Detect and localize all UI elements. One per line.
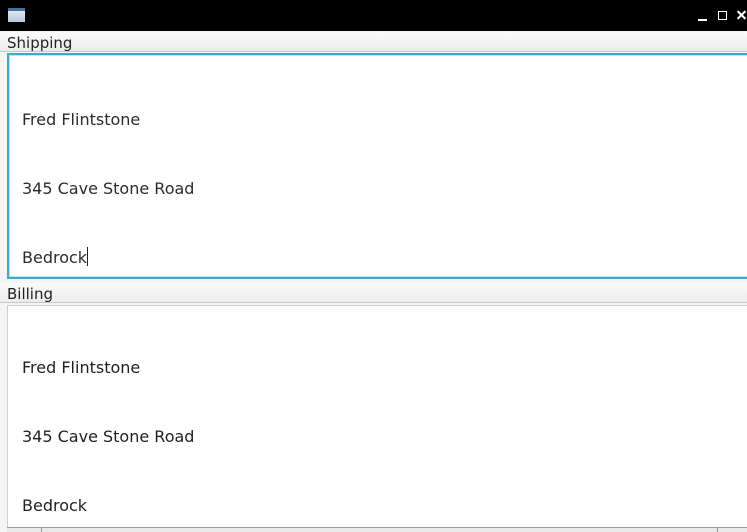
maximize-icon[interactable] [715, 6, 729, 24]
shipping-label: Shipping [0, 32, 747, 52]
billing-label: Billing [0, 283, 747, 303]
app-window: Shipping Fred Flintstone 345 Cave Stone … [0, 0, 747, 532]
scrollbar-left-edge [41, 528, 42, 532]
title-bar[interactable] [0, 0, 747, 31]
billing-textarea[interactable]: Fred Flintstone 345 Cave Stone Road Bedr… [7, 305, 747, 532]
horizontal-scrollbar[interactable] [7, 527, 747, 532]
shipping-line-3: Bedrock [22, 246, 747, 269]
close-icon[interactable] [735, 6, 747, 24]
window-controls [695, 6, 747, 24]
scrollbar-right-edge [717, 528, 718, 532]
billing-line-3: Bedrock [22, 496, 88, 515]
shipping-textarea[interactable]: Fred Flintstone 345 Cave Stone Road Bedr… [7, 53, 747, 279]
app-window-icon [8, 8, 25, 22]
shipping-line-1: Fred Flintstone [22, 110, 141, 129]
minimize-icon[interactable] [695, 6, 709, 24]
text-caret [87, 247, 89, 266]
shipping-line-2: 345 Cave Stone Road [22, 179, 195, 198]
shipping-line-3-text: Bedrock [22, 248, 88, 267]
billing-line-2: 345 Cave Stone Road [22, 427, 195, 446]
billing-line-1: Fred Flintstone [22, 358, 141, 377]
